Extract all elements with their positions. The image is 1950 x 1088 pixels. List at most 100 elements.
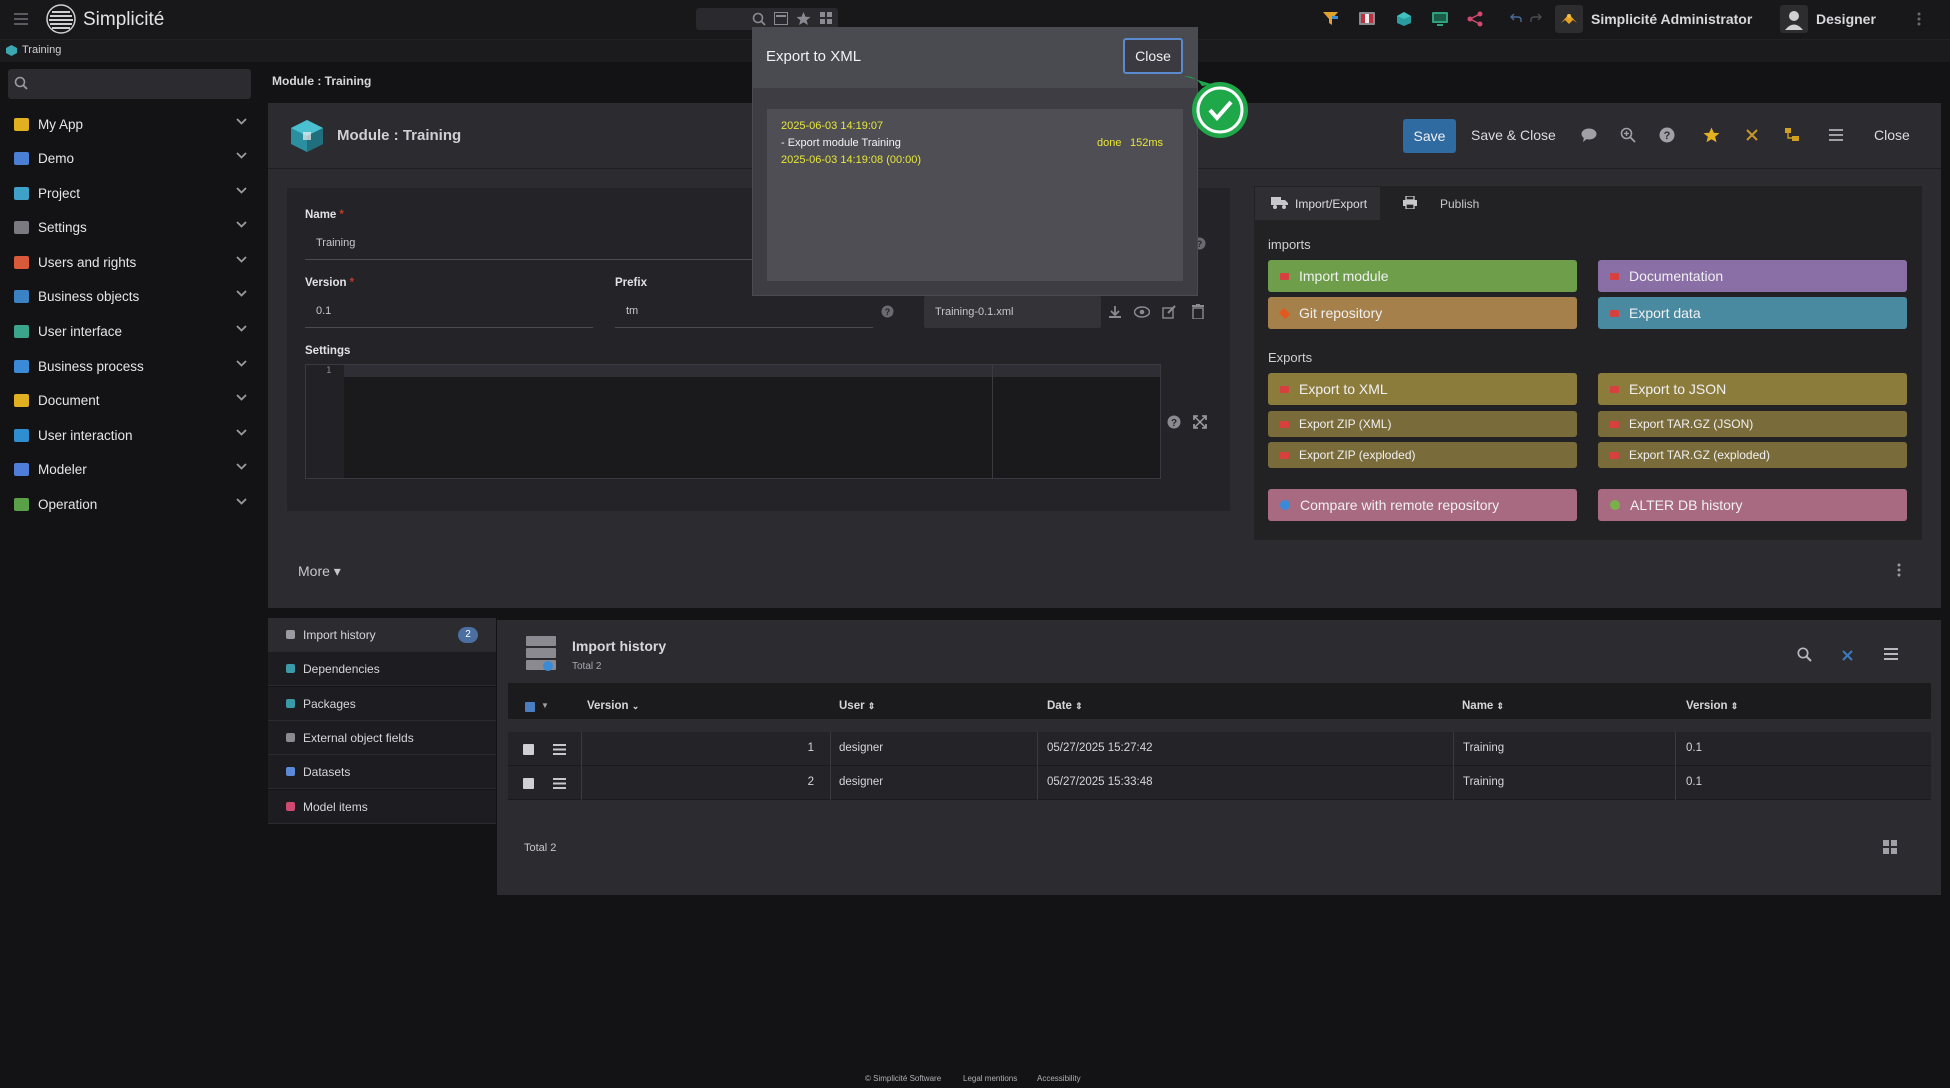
table-row[interactable]: 2 designer 05/27/2025 15:33:48 Training 0.1 — [508, 766, 1931, 800]
sidebar-item-project[interactable]: Project — [0, 176, 260, 210]
column-header-date[interactable]: Date ⇕ — [1047, 700, 1083, 712]
footer-accessibility-link[interactable]: Accessibility — [1037, 1074, 1081, 1083]
comment-icon[interactable] — [1580, 126, 1598, 144]
flag-icon[interactable] — [1359, 12, 1375, 25]
share-icon[interactable] — [1467, 11, 1483, 27]
user-group-avatar[interactable] — [1555, 5, 1583, 33]
layout-icon[interactable] — [774, 12, 788, 25]
save-close-button[interactable]: Save & Close — [1471, 127, 1556, 143]
export-targz-exploded-button[interactable]: Export TAR.GZ (exploded) — [1598, 442, 1907, 468]
sidebar-item-business-objects[interactable]: Business objects — [0, 279, 260, 313]
column-header-version[interactable]: Version ⇕ — [1686, 700, 1738, 712]
export-to-json-button[interactable]: Export to JSON — [1598, 373, 1907, 405]
kebab-menu-icon[interactable] — [1897, 563, 1901, 577]
row-checkbox[interactable] — [523, 744, 534, 755]
monitor-icon[interactable] — [1432, 12, 1448, 26]
chevron-down-icon[interactable] — [236, 152, 247, 159]
settings-editor[interactable]: 1 — [305, 364, 1161, 479]
chevron-down-icon[interactable] — [236, 118, 247, 125]
tab-import-history[interactable]: Import history 2 — [268, 618, 496, 652]
export-zip-xml-button[interactable]: Export ZIP (XML) — [1268, 411, 1577, 437]
tab-datasets[interactable]: Datasets — [268, 755, 496, 789]
chevron-down-icon[interactable] — [236, 290, 247, 297]
chevron-down-icon[interactable] — [236, 429, 247, 436]
view-icon[interactable] — [1134, 306, 1150, 318]
footer-legal-link[interactable]: Legal mentions — [963, 1074, 1017, 1083]
chevron-down-icon[interactable] — [236, 498, 247, 505]
compare-remote-button[interactable]: Compare with remote repository — [1268, 489, 1577, 521]
zoom-icon[interactable] — [1619, 126, 1637, 144]
column-header-name[interactable]: Name ⇕ — [1462, 700, 1504, 712]
sidebar-item-user-interface[interactable]: User interface — [0, 314, 260, 348]
select-all-checkbox[interactable] — [525, 702, 535, 712]
help-icon[interactable]: ? — [881, 305, 894, 318]
chevron-down-icon[interactable] — [236, 221, 247, 228]
menu-search-input[interactable] — [8, 69, 251, 99]
export-data-button[interactable]: Export data — [1598, 297, 1907, 329]
user-group-label[interactable]: Simplicité Administrator — [1591, 11, 1752, 27]
save-button[interactable]: Save — [1403, 119, 1456, 153]
menu-icon[interactable] — [14, 13, 28, 25]
tab-publish[interactable]: Publish — [1440, 197, 1479, 211]
chevron-down-icon[interactable] — [236, 463, 247, 470]
breadcrumb[interactable]: Training — [22, 44, 61, 56]
name-field[interactable]: Training — [305, 234, 755, 260]
filter-icon[interactable] — [1323, 11, 1338, 26]
export-targz-json-button[interactable]: Export TAR.GZ (JSON) — [1598, 411, 1907, 437]
tab-model-items[interactable]: Model items — [268, 790, 496, 824]
sidebar-item-document[interactable]: Document — [0, 383, 260, 417]
more-button[interactable]: More ▾ — [298, 563, 341, 580]
kebab-menu-icon[interactable] — [1917, 12, 1921, 26]
star-icon[interactable] — [796, 11, 811, 26]
sidebar-item-settings[interactable]: Settings — [0, 210, 260, 244]
import-module-button[interactable]: Import module — [1268, 260, 1577, 292]
delete-icon[interactable] — [1192, 304, 1204, 319]
sidebar-item-my-app[interactable]: My App — [0, 107, 260, 141]
sidebar-item-modeler[interactable]: Modeler — [0, 452, 260, 486]
close-form-button[interactable]: Close — [1874, 127, 1910, 143]
chevron-down-icon[interactable] — [236, 325, 247, 332]
help-icon[interactable]: ? — [1658, 126, 1676, 144]
user-avatar[interactable] — [1780, 5, 1808, 33]
grid-view-icon[interactable] — [1883, 840, 1897, 854]
redo-icon[interactable] — [1530, 13, 1542, 23]
tab-packages[interactable]: Packages — [268, 687, 496, 721]
sidebar-item-business-process[interactable]: Business process — [0, 349, 260, 383]
search-icon[interactable] — [1797, 647, 1812, 662]
list-menu-icon[interactable] — [1827, 126, 1845, 144]
row-menu-icon[interactable] — [553, 778, 566, 789]
fullscreen-icon[interactable] — [1193, 415, 1207, 429]
search-icon[interactable] — [752, 12, 766, 26]
chevron-down-icon[interactable] — [236, 360, 247, 367]
sidebar-item-user-interaction[interactable]: User interaction — [0, 418, 260, 452]
row-menu-icon[interactable] — [553, 744, 566, 755]
table-row[interactable]: 1 designer 05/27/2025 15:27:42 Training 0.1 — [508, 732, 1931, 766]
edit-icon[interactable] — [1162, 305, 1176, 319]
tab-external-object-fields[interactable]: External object fields — [268, 721, 496, 755]
git-repository-button[interactable]: Git repository — [1268, 297, 1577, 329]
version-field[interactable]: 0.1 — [305, 302, 593, 328]
modal-close-button[interactable]: Close — [1123, 38, 1183, 74]
list-menu-icon[interactable] — [1884, 648, 1898, 660]
help-icon[interactable]: ? — [1167, 415, 1181, 429]
clear-icon[interactable] — [1743, 126, 1761, 144]
export-zip-exploded-button[interactable]: Export ZIP (exploded) — [1268, 442, 1577, 468]
undo-icon[interactable] — [1510, 13, 1522, 23]
sidebar-item-demo[interactable]: Demo — [0, 141, 260, 175]
cube-icon[interactable] — [1396, 11, 1412, 27]
user-name[interactable]: Designer — [1816, 11, 1876, 27]
tree-icon[interactable] — [1783, 126, 1801, 144]
chevron-down-icon[interactable]: ▼ — [541, 701, 549, 710]
sidebar-item-operation[interactable]: Operation — [0, 487, 260, 521]
column-header-version[interactable]: Version ⌄ — [587, 700, 639, 712]
chevron-down-icon[interactable] — [236, 394, 247, 401]
clear-filter-icon[interactable] — [1841, 649, 1854, 662]
tab-dependencies[interactable]: Dependencies — [268, 652, 496, 686]
xml-file-field[interactable]: Training-0.1.xml — [924, 296, 1101, 328]
download-icon[interactable] — [1108, 305, 1122, 319]
prefix-field[interactable]: tm — [615, 302, 873, 328]
alter-db-history-button[interactable]: ALTER DB history — [1598, 489, 1907, 521]
chevron-down-icon[interactable] — [236, 256, 247, 263]
export-to-xml-button[interactable]: Export to XML — [1268, 373, 1577, 405]
star-icon[interactable] — [1702, 126, 1720, 144]
